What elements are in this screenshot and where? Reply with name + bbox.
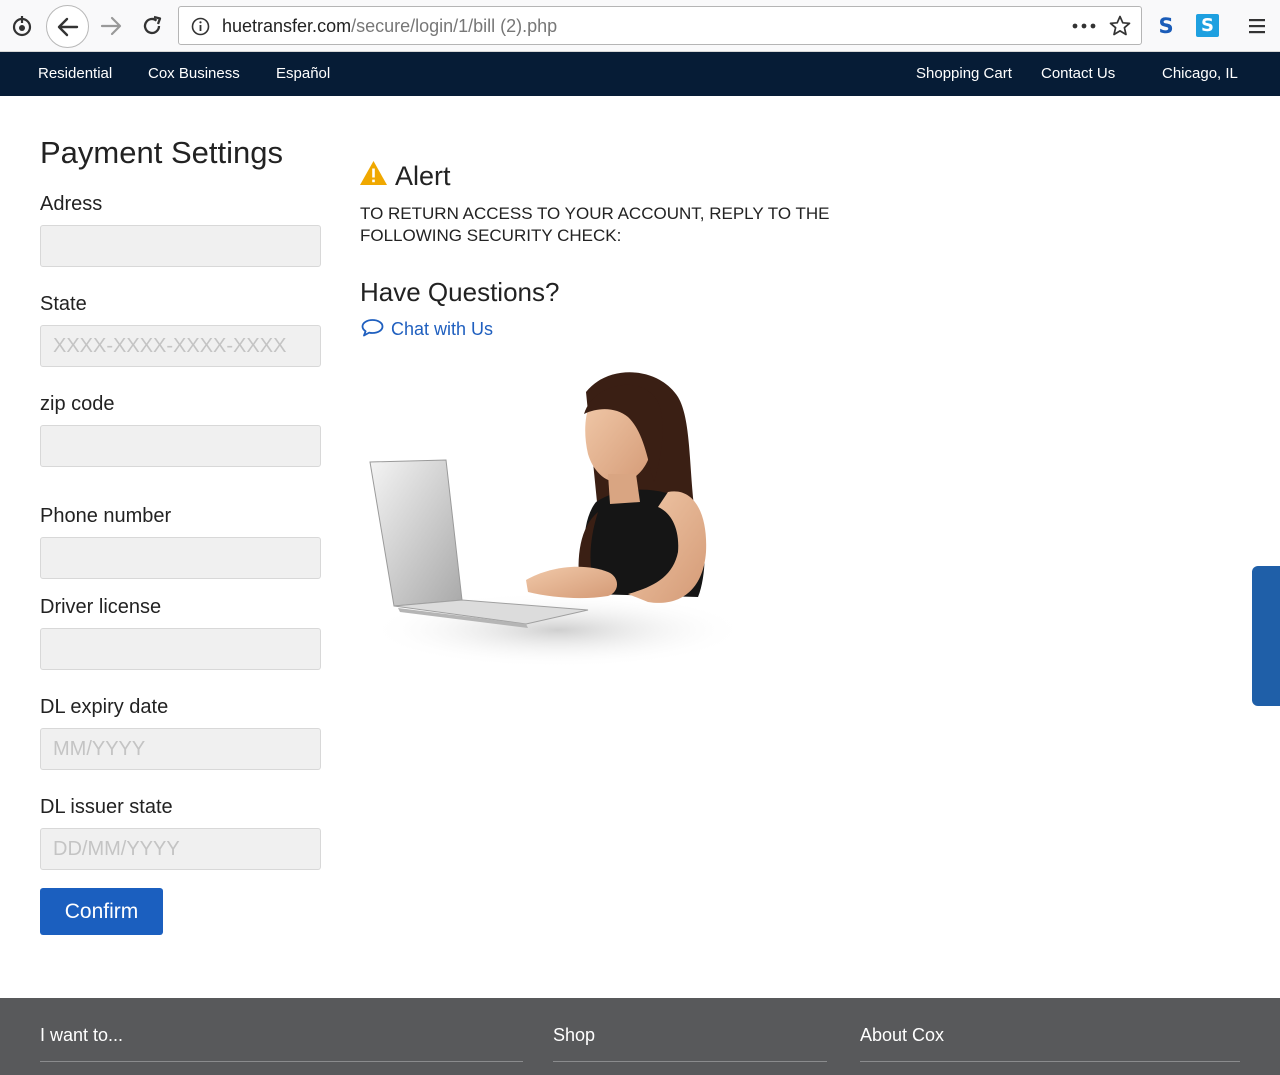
chat-with-us-link[interactable]: Chat with Us [391,319,493,340]
back-button[interactable] [46,5,89,48]
more-icon[interactable] [1071,16,1097,36]
feedback-side-tab[interactable] [1252,566,1280,706]
zip-code-field[interactable] [40,425,321,467]
back-icon [57,17,78,36]
questions-heading: Have Questions? [360,277,560,307]
address-field[interactable] [40,225,321,267]
nav-contact-us[interactable]: Contact Us [1041,65,1115,82]
bookmark-star-icon[interactable] [1108,14,1132,38]
url-bar[interactable]: huetransfer.com/secure/login/1/bill (2).… [178,6,1142,45]
warning-icon [360,161,387,185]
site-info-icon[interactable] [190,16,210,36]
top-navigation: Residential Cox Business Español Shoppin… [0,52,1280,96]
footer-divider [553,1061,827,1062]
phone-number-field[interactable] [40,537,321,579]
page-title: Payment Settings [40,135,283,170]
nav-residential[interactable]: Residential [38,65,112,82]
browser-toolbar: huetransfer.com/secure/login/1/bill (2).… [0,0,1280,52]
confirm-button[interactable]: Confirm [40,888,163,935]
driver-license-label: Driver license [40,596,162,618]
nav-cox-business[interactable]: Cox Business [148,65,240,82]
dl-expiry-date-label: DL expiry date [40,696,169,718]
driver-license-field[interactable] [40,628,321,670]
extension-skype-icon[interactable]: S [1196,14,1219,37]
url-text: huetransfer.com/secure/login/1/bill (2).… [222,16,557,37]
woman-with-laptop-image [368,372,746,668]
sync-icon[interactable] [10,14,34,38]
footer: I want to... Shop About Cox [0,998,1280,1075]
state-field[interactable] [40,325,321,367]
extension-s-icon[interactable]: S [1154,13,1178,39]
footer-about-cox[interactable]: About Cox [860,1025,944,1046]
dl-issuer-state-label: DL issuer state [40,796,173,818]
menu-icon[interactable] [1246,15,1268,37]
state-label: State [40,293,87,315]
url-path: /secure/login/1/bill (2).php [351,16,558,36]
chat-bubble-icon[interactable] [361,318,384,337]
nav-location[interactable]: Chicago, IL [1162,65,1238,82]
footer-i-want-to[interactable]: I want to... [40,1025,123,1046]
nav-espanol[interactable]: Español [276,65,330,82]
zip-code-label: zip code [40,393,115,415]
dl-issuer-state-field[interactable] [40,828,321,870]
nav-shopping-cart[interactable]: Shopping Cart [916,65,1012,82]
dl-expiry-date-field[interactable] [40,728,321,770]
footer-shop[interactable]: Shop [553,1025,595,1046]
address-label: Adress [40,193,103,215]
footer-divider [860,1061,1240,1062]
footer-divider [40,1061,523,1062]
forward-icon[interactable] [99,15,123,37]
alert-message: TO RETURN ACCESS TO YOUR ACCOUNT, REPLY … [360,204,830,245]
phone-number-label: Phone number [40,505,172,527]
url-host: huetransfer.com [222,16,352,36]
reload-icon[interactable] [140,14,164,38]
alert-title: Alert [395,161,451,191]
